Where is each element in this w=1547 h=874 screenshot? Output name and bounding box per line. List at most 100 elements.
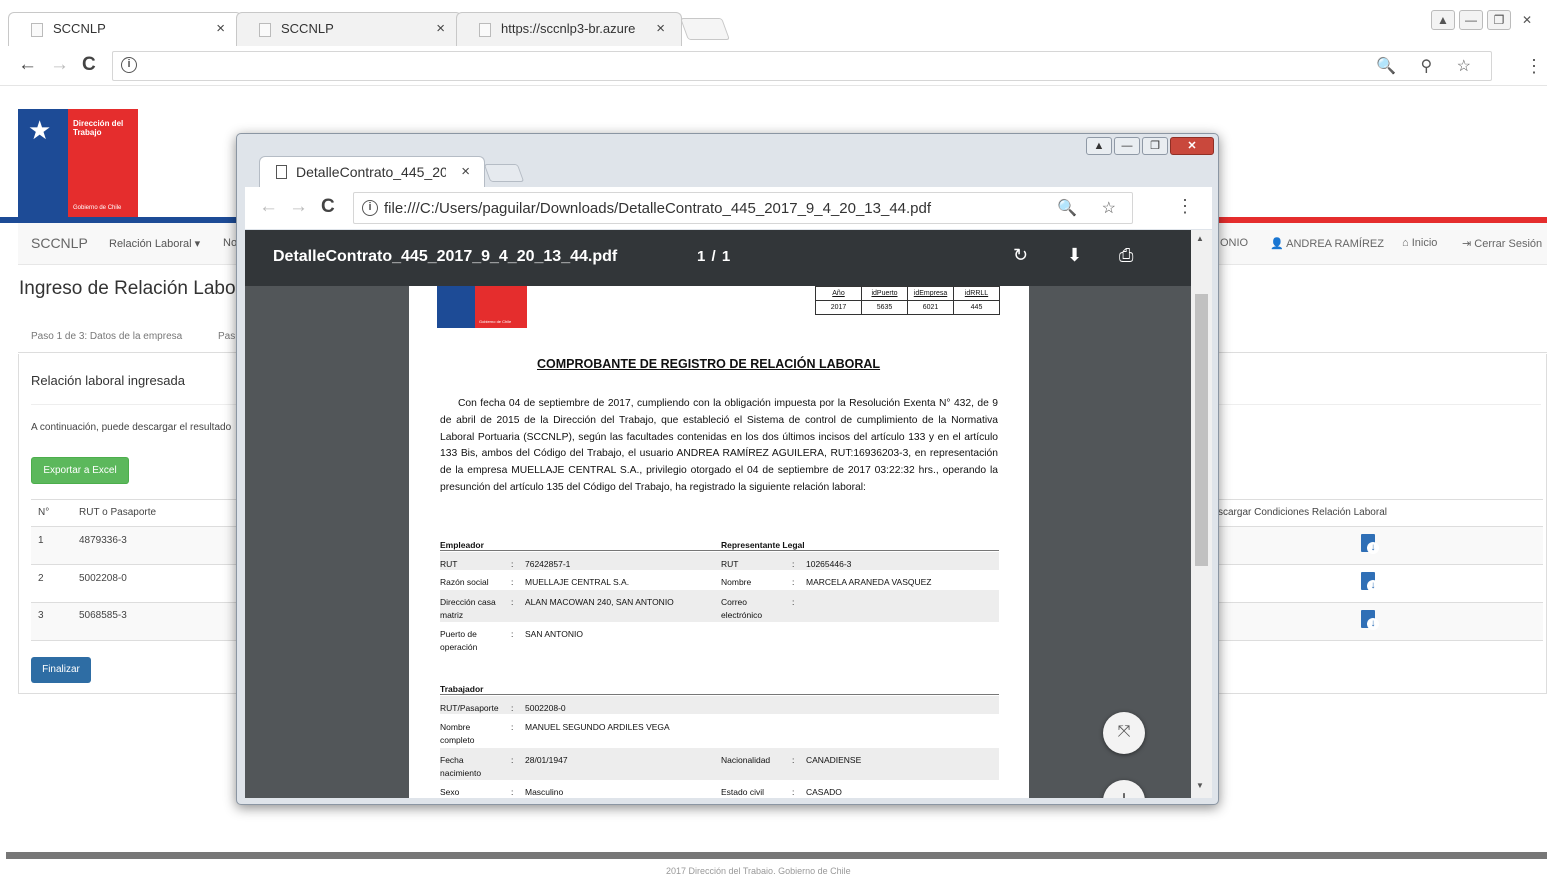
reload-icon[interactable]: C <box>321 196 335 218</box>
finish-button[interactable]: Finalizar <box>31 657 91 683</box>
download-document-icon[interactable]: ↓ <box>1361 572 1379 593</box>
home-icon: ⌂ <box>1402 237 1409 249</box>
pdf-section-representante: Representante Legal <box>721 540 805 550</box>
colon: : <box>511 629 514 639</box>
field-value: MARCELA ARANEDA VASQUEZ <box>806 577 932 587</box>
navbar-brand[interactable]: SCCNLP <box>31 235 88 251</box>
popup-window-controls: ▲ — ❐ ✕ <box>1084 136 1214 155</box>
popup-tab-title: DetalleContrato_445_2017_9_4_20_13_44.pd… <box>296 164 446 180</box>
id-value: 445 <box>953 300 1000 315</box>
zoom-in-button[interactable]: + <box>1103 780 1145 798</box>
close-tab-icon[interactable]: × <box>436 20 445 37</box>
reload-icon[interactable]: C <box>82 54 96 76</box>
info-icon[interactable]: i <box>362 200 378 216</box>
field-label: Dirección casa matriz <box>440 597 496 620</box>
pdf-logo-blue <box>437 286 475 328</box>
tab-title: SCCNLP <box>281 21 334 36</box>
maximize-button[interactable]: ❐ <box>1487 10 1511 30</box>
browser-tab-2[interactable]: SCCNLP × <box>236 12 462 46</box>
nav-logout[interactable]: ⇥ Cerrar Sesión <box>1462 237 1542 250</box>
field-value: 5002208-0 <box>525 703 566 713</box>
profile-icon[interactable]: ▲ <box>1086 137 1112 155</box>
page-icon <box>259 23 271 37</box>
address-bar-icons[interactable]: 🔍 ☆ <box>1057 198 1126 218</box>
browser-menu-icon[interactable]: ⋮ <box>1525 56 1543 77</box>
colon: : <box>792 559 795 569</box>
profile-icon[interactable]: ▲ <box>1431 10 1455 30</box>
pdf-logo-text: Gobierno de Chile <box>479 319 512 324</box>
popup-url[interactable]: file:///C:/Users/paguilar/Downloads/Deta… <box>384 200 931 217</box>
popup-toolbar: ← → C i file:///C:/Users/paguilar/Downlo… <box>245 187 1212 229</box>
browser-tab-strip: SCCNLP × SCCNLP × https://sccnlp3-br.azu… <box>0 0 1547 46</box>
download-document-icon[interactable]: ↓ <box>1361 534 1379 555</box>
nav-user[interactable]: 👤 ANDREA RAMÍREZ <box>1270 237 1384 250</box>
close-window-button[interactable]: ✕ <box>1515 11 1539 31</box>
menu-relacion-laboral[interactable]: Relación Laboral ▾ <box>109 237 200 250</box>
field-label: RUT/Pasaporte <box>440 703 499 713</box>
field-label: Puerto de operación <box>440 629 478 652</box>
pdf-body: Con fecha 04 de septiembre de 2017, cump… <box>440 398 998 493</box>
tab-title: SCCNLP <box>53 21 106 36</box>
new-tab-button[interactable] <box>483 164 525 182</box>
export-excel-button[interactable]: Exportar a Excel <box>31 457 129 484</box>
field-value: CANADIENSE <box>806 755 862 765</box>
address-bar[interactable]: i 🔍 ⚲ ☆ <box>112 51 1492 81</box>
field-value: SAN ANTONIO <box>525 629 583 639</box>
scroll-up-arrow-icon[interactable]: ▲ <box>1196 234 1204 243</box>
forward-arrow-icon[interactable]: → <box>289 196 308 218</box>
maximize-button[interactable]: ❐ <box>1142 137 1168 155</box>
field-label: Nombre completo <box>440 722 475 745</box>
new-tab-button[interactable] <box>679 18 731 40</box>
download-document-icon[interactable]: ↓ <box>1361 610 1379 631</box>
user-name: ANDREA RAMÍREZ <box>1286 238 1384 250</box>
colon: : <box>511 755 514 765</box>
field-value: 10265446-3 <box>806 559 852 569</box>
scrollbar-thumb[interactable] <box>1195 294 1208 566</box>
close-tab-icon[interactable]: × <box>656 20 665 37</box>
minimize-button[interactable]: — <box>1459 10 1483 30</box>
fit-page-button[interactable]: ⤧ <box>1103 712 1145 754</box>
browser-tab-3[interactable]: https://sccnlp3-br.azure × <box>456 12 682 46</box>
popup-menu-icon[interactable]: ⋮ <box>1176 196 1194 217</box>
field-label: RUT <box>440 559 458 569</box>
info-icon[interactable]: i <box>121 57 137 73</box>
id-header: idRRLL <box>953 286 1000 301</box>
panel-title: Relación laboral ingresada <box>31 373 185 388</box>
logout-icon: ⇥ <box>1462 238 1472 250</box>
back-arrow-icon[interactable]: ← <box>259 196 278 218</box>
chile-emblem-icon: ★ <box>28 115 52 145</box>
close-window-button[interactable]: ✕ <box>1170 137 1214 155</box>
nav-home[interactable]: ⌂ Inicio <box>1402 237 1437 249</box>
field-value: 76242857-1 <box>525 559 571 569</box>
field-label: Nacionalidad <box>721 755 771 765</box>
forward-arrow-icon[interactable]: → <box>50 54 69 76</box>
pdf-page: Gobierno de Chile Año idPuerto idEmpresa… <box>409 286 1029 798</box>
popup-address-bar[interactable]: i file:///C:/Users/paguilar/Downloads/De… <box>353 192 1133 224</box>
menu-item-partial[interactable]: No <box>223 237 237 249</box>
field-value: CASADO <box>806 787 842 797</box>
rotate-icon[interactable]: ↻ <box>1013 245 1028 266</box>
logo-subtitle: Gobierno de Chile <box>73 205 122 211</box>
popup-tab[interactable]: DetalleContrato_445_2017_9_4_20_13_44.pd… <box>259 156 485 187</box>
colon: : <box>511 722 514 732</box>
scroll-down-arrow-icon[interactable]: ▼ <box>1196 781 1204 790</box>
colon: : <box>792 597 795 607</box>
site-logo[interactable]: ★ Dirección del Trabajo Gobierno de Chil… <box>18 109 138 217</box>
back-arrow-icon[interactable]: ← <box>18 54 37 76</box>
minimize-button[interactable]: — <box>1114 137 1140 155</box>
close-tab-icon[interactable]: × <box>461 163 470 180</box>
print-icon[interactable]: ⎙ <box>1119 245 1133 266</box>
wizard-step-1[interactable]: Paso 1 de 3: Datos de la empresa <box>31 331 182 342</box>
header-n: N° <box>38 507 50 518</box>
wizard-step-2[interactable]: Pas <box>218 331 235 342</box>
download-icon[interactable]: ⬇ <box>1067 245 1082 266</box>
pdf-scrollbar[interactable]: ▲ ▼ <box>1191 230 1212 798</box>
browser-tab-1[interactable]: SCCNLP × <box>8 12 242 46</box>
tab-title: https://sccnlp3-br.azure <box>501 21 636 36</box>
close-tab-icon[interactable]: × <box>216 20 225 37</box>
address-bar-icons[interactable]: 🔍 ⚲ ☆ <box>1376 56 1481 76</box>
row-1-n: 1 <box>38 535 44 546</box>
row-3-rut: 5068585-3 <box>79 610 127 621</box>
screen: { "browser": { "tabs": [ {"title": "SCCN… <box>0 0 1547 874</box>
panel-description: A continuación, puede descargar el resul… <box>31 422 232 433</box>
